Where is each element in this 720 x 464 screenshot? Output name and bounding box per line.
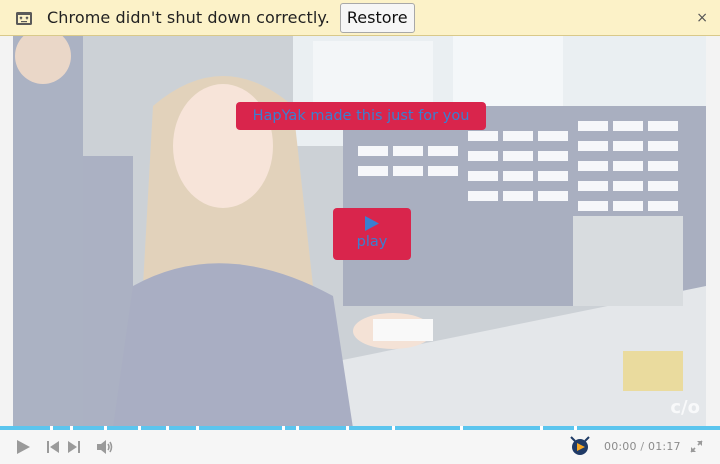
previous-icon[interactable] [46, 440, 60, 454]
current-time: 00:00 [604, 440, 637, 453]
duration: 01:17 [648, 440, 681, 453]
play-label: play [356, 234, 388, 250]
time-display: 00:00 / 01:17 [604, 440, 681, 453]
hapyak-banner[interactable]: HapYak made this just for you [236, 102, 486, 130]
volume-icon[interactable] [96, 439, 114, 455]
play-icon[interactable] [15, 439, 31, 455]
video-watermark: c/o [670, 397, 700, 418]
next-icon[interactable] [67, 440, 81, 454]
close-icon[interactable]: × [696, 10, 708, 26]
restore-button[interactable]: Restore [339, 2, 415, 33]
video-stage[interactable]: HapYak made this just for you play c/o [0, 36, 720, 428]
big-play-button[interactable]: play [333, 208, 411, 260]
infobar-message: Chrome didn't shut down correctly. [47, 8, 330, 27]
time-separator: / [640, 440, 645, 453]
video-frame[interactable]: HapYak made this just for you play c/o [13, 36, 706, 428]
player-control-bar: 00:00 / 01:17 [0, 430, 720, 464]
crashed-tab-icon [16, 11, 32, 25]
fullscreen-icon[interactable] [690, 440, 703, 453]
play-icon [365, 216, 379, 231]
hapyak-logo-icon[interactable] [569, 435, 591, 457]
session-restore-infobar: Chrome didn't shut down correctly. Resto… [0, 0, 720, 36]
